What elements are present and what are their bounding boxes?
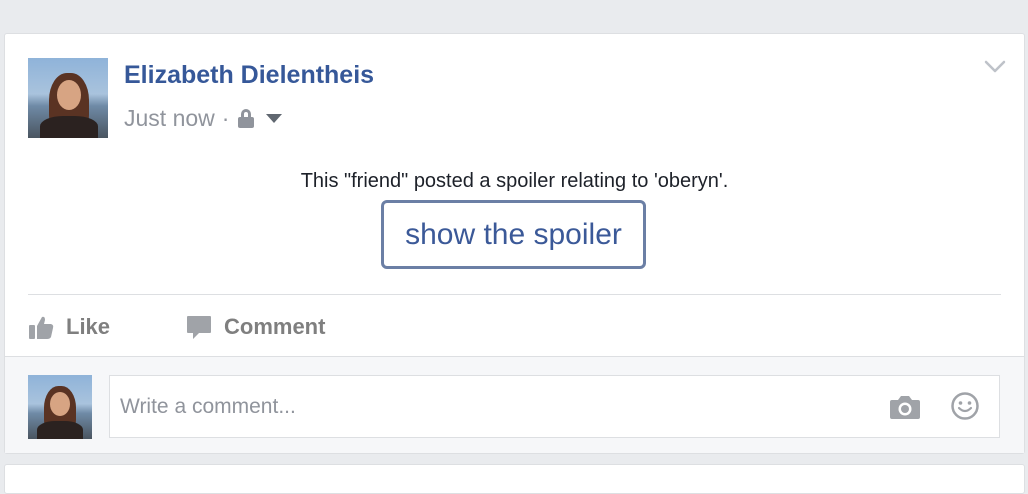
- author-avatar[interactable]: [28, 58, 108, 138]
- speech-bubble-icon: [186, 314, 212, 340]
- comment-label: Comment: [224, 314, 326, 339]
- caret-down-icon[interactable]: [266, 113, 283, 123]
- post-meta: Just now ·: [124, 104, 283, 132]
- comment-input[interactable]: Write a comment...: [109, 375, 1000, 438]
- chevron-down-icon[interactable]: [984, 60, 1006, 74]
- post-timestamp[interactable]: Just now: [124, 105, 215, 132]
- smiley-icon[interactable]: [950, 391, 980, 421]
- thumbs-up-icon: [28, 314, 54, 340]
- lock-icon[interactable]: [238, 109, 255, 128]
- spoiler-notice: This "friend" posted a spoiler relating …: [300, 170, 729, 192]
- like-button[interactable]: Like: [28, 312, 110, 342]
- camera-icon[interactable]: [889, 393, 921, 421]
- next-post-card: [4, 464, 1025, 494]
- comment-section: Write a comment...: [5, 356, 1024, 453]
- comment-button[interactable]: Comment: [186, 312, 325, 342]
- meta-separator: ·: [221, 104, 230, 131]
- author-name[interactable]: Elizabeth Dielentheis: [124, 61, 374, 90]
- post-card: Elizabeth Dielentheis Just now · This "f…: [4, 33, 1025, 454]
- comment-placeholder: Write a comment...: [120, 394, 296, 418]
- like-label: Like: [66, 314, 111, 339]
- actions-divider: [28, 294, 1001, 295]
- show-spoiler-button[interactable]: show the spoiler: [381, 200, 646, 269]
- viewer-avatar[interactable]: [28, 375, 92, 439]
